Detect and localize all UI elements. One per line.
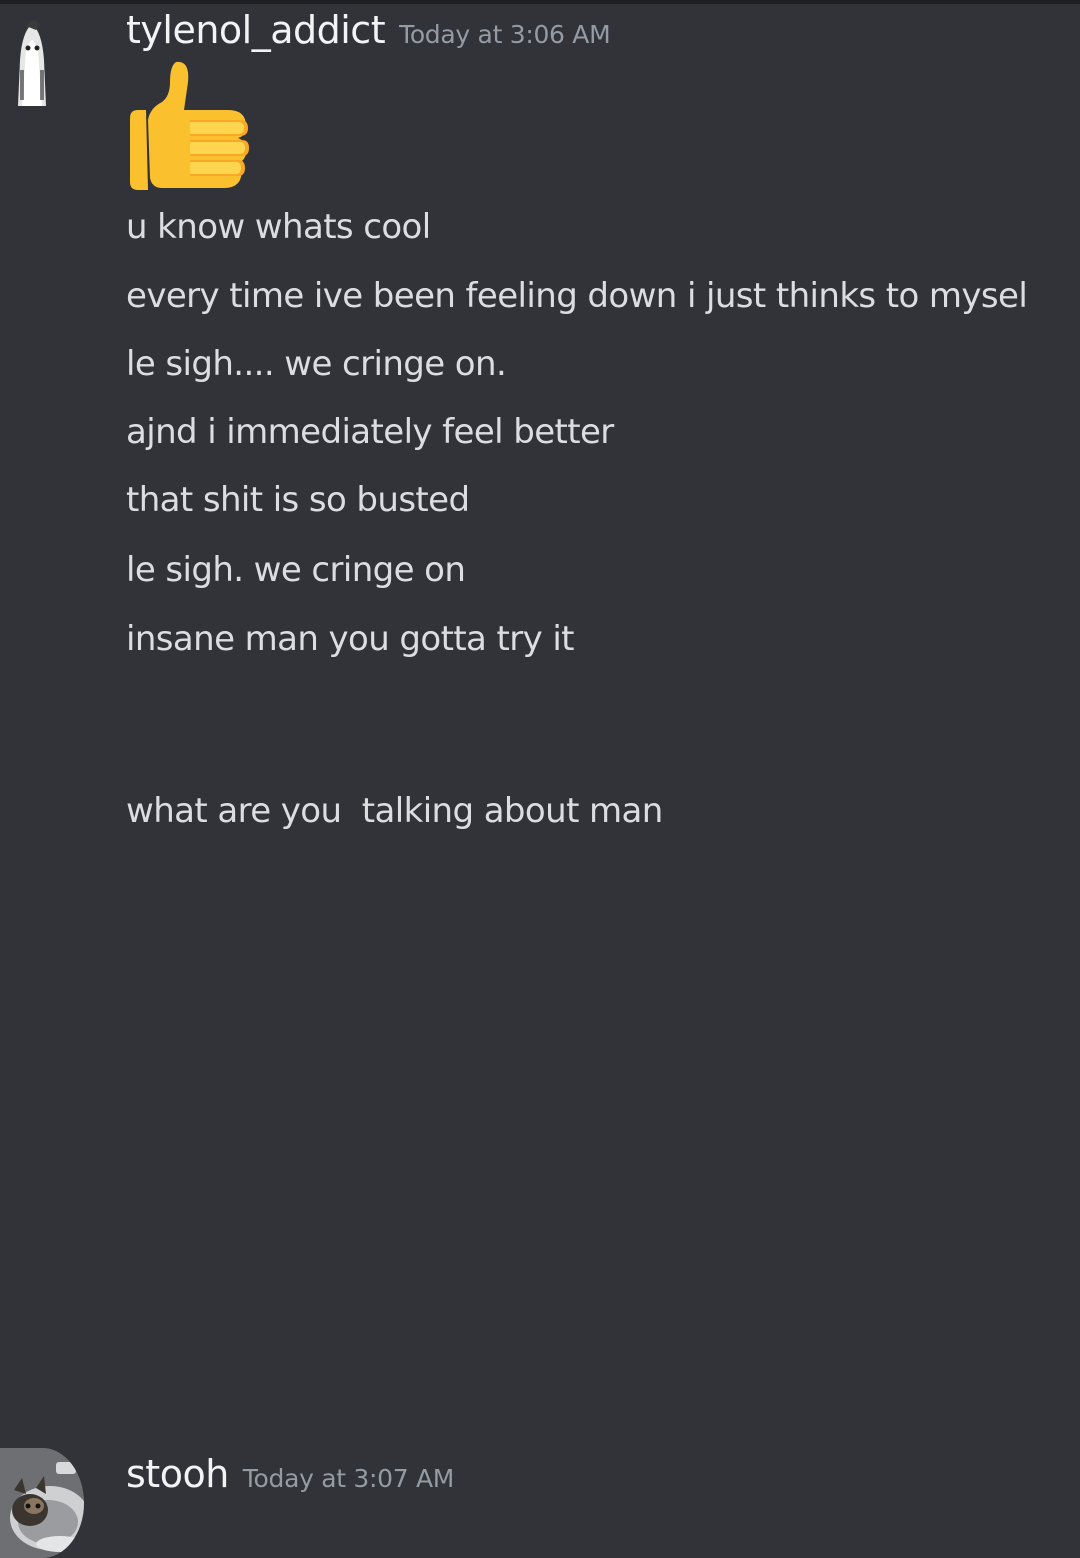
message-line: that shit is so busted bbox=[126, 480, 470, 520]
message-line: le sigh. we cringe on bbox=[126, 550, 466, 590]
timestamp: Today at 3:06 AM bbox=[399, 20, 611, 49]
username[interactable]: stooh bbox=[126, 1452, 229, 1496]
message-header: tylenol_addict Today at 3:06 AM bbox=[126, 8, 611, 52]
message-header: stooh Today at 3:07 AM bbox=[126, 1455, 454, 1493]
message-line: what are you talking about man bbox=[126, 791, 663, 831]
message-line: u know whats cool bbox=[126, 207, 431, 247]
message-line: every time ive been feeling down i just … bbox=[126, 276, 1028, 316]
thumbs-up-icon bbox=[130, 61, 249, 190]
username[interactable]: tylenol_addict bbox=[126, 8, 386, 52]
avatar[interactable] bbox=[0, 10, 64, 106]
message-group: tylenol_addict Today at 3:06 AM u know wh… bbox=[0, 0, 1080, 690]
timestamp: Today at 3:07 AM bbox=[242, 1464, 455, 1493]
cat-avatar-icon bbox=[0, 1448, 84, 1558]
message-group: stooh Today at 3:07 AM what are you talki… bbox=[0, 720, 1080, 1558]
penguin-avatar-icon bbox=[0, 10, 64, 106]
message-line: ajnd i immediately feel better bbox=[126, 412, 614, 452]
avatar[interactable] bbox=[0, 1448, 84, 1558]
message-line: le sigh.... we cringe on. bbox=[126, 344, 507, 384]
message-line: insane man you gotta try it bbox=[126, 619, 575, 659]
